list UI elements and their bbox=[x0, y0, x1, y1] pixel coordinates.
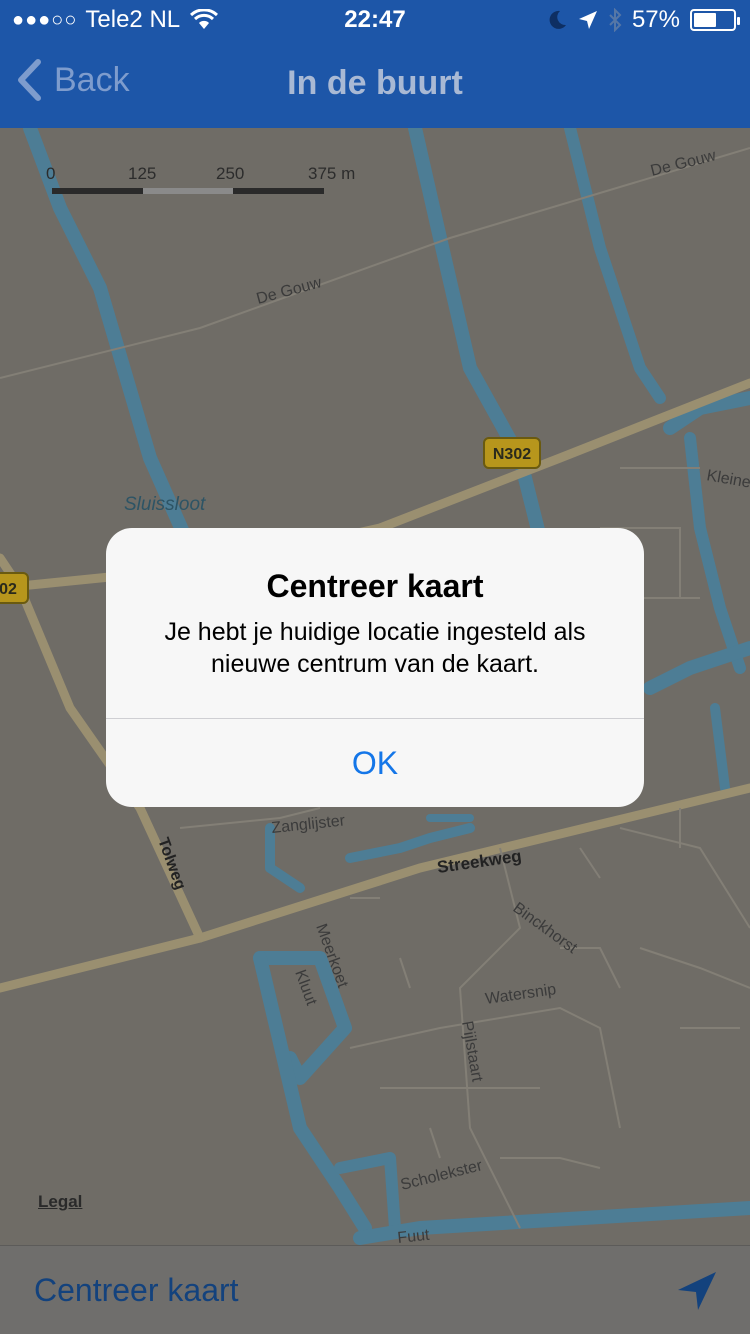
center-map-button[interactable]: Centreer kaart bbox=[34, 1272, 239, 1309]
location-arrow-icon bbox=[578, 11, 597, 29]
current-location-button[interactable] bbox=[674, 1268, 720, 1319]
bluetooth-icon bbox=[609, 8, 622, 32]
scale-bar bbox=[52, 188, 324, 194]
alert-message: Je hebt je huidige locatie ingesteld als… bbox=[164, 618, 586, 678]
street-label-fuut: Fuut bbox=[397, 1227, 431, 1245]
location-arrow-icon bbox=[678, 1272, 716, 1310]
street-label-sluissloot: Sluissloot bbox=[124, 494, 206, 515]
battery-percentage: 57% bbox=[631, 6, 680, 33]
alert-title: Centreer kaart bbox=[266, 568, 484, 604]
road-shield-n302: N302 bbox=[483, 437, 541, 469]
road-shield-n302-left-label: 02 bbox=[0, 581, 17, 598]
scale-label-125: 125 bbox=[128, 164, 157, 183]
scale-label-375: 375 m bbox=[308, 164, 356, 183]
road-shield-n302-label: N302 bbox=[493, 446, 531, 463]
road-shield-n302-left: 02 bbox=[0, 572, 29, 604]
battery-icon bbox=[690, 9, 740, 31]
page-title: In de buurt bbox=[287, 64, 463, 102]
bottom-toolbar: Centreer kaart bbox=[0, 1245, 750, 1334]
status-bar: ●●●○○ Tele2 NL 22:47 57% bbox=[0, 0, 750, 40]
navigation-bar: Back In de buurt bbox=[0, 40, 750, 128]
legal-link[interactable]: Legal bbox=[38, 1192, 82, 1212]
scale-label-0: 0 bbox=[46, 164, 56, 183]
alert-ok-button[interactable]: OK bbox=[106, 719, 644, 807]
alert-dialog: Centreer kaart Je hebt je huidige locati… bbox=[106, 528, 644, 807]
moon-icon bbox=[549, 10, 566, 29]
scale-label-250: 250 bbox=[216, 164, 245, 183]
